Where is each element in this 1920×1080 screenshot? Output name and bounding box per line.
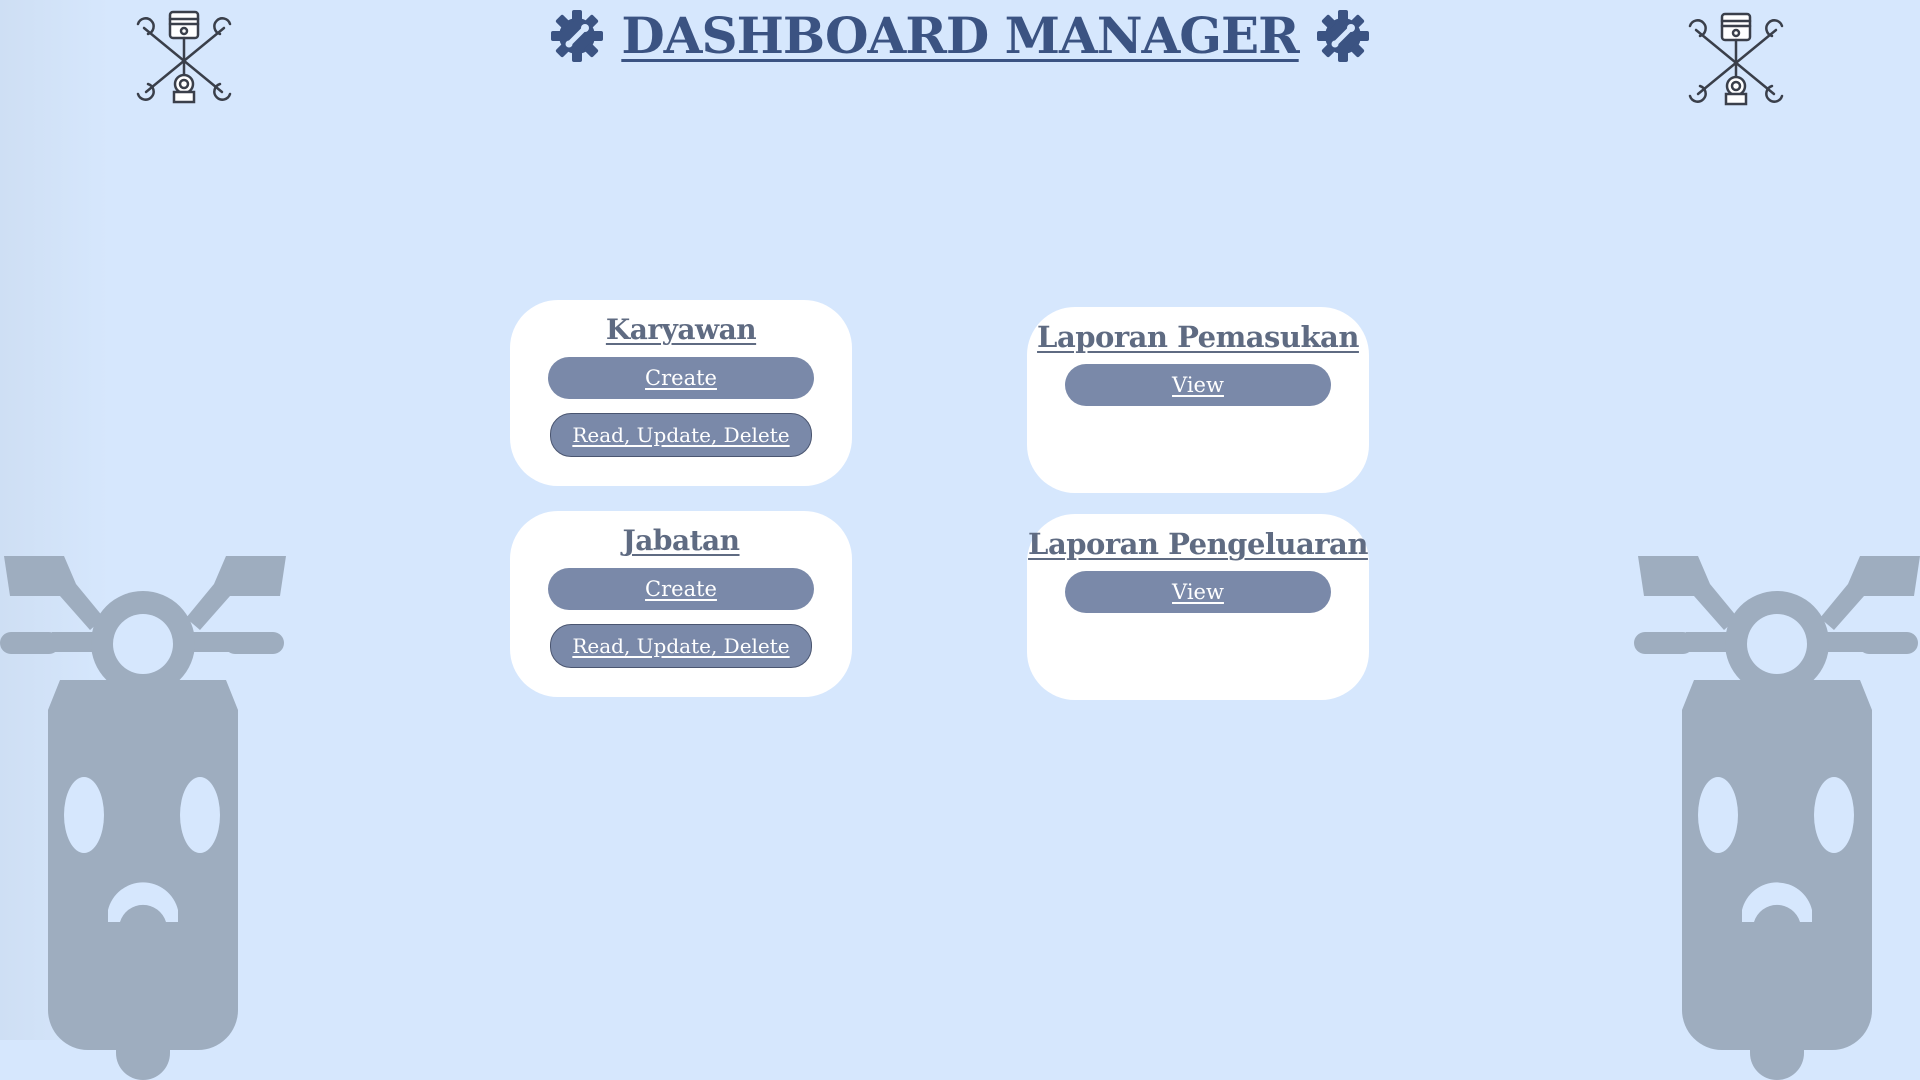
card-title-laporan-pemasukan[interactable]: Laporan Pemasukan bbox=[1037, 319, 1359, 355]
page-header: DASHBOARD MANAGER bbox=[0, 6, 1920, 65]
laporan-pemasukan-view-button[interactable]: View bbox=[1065, 364, 1331, 406]
scooter-icon bbox=[1634, 556, 1920, 1080]
card-title-jabatan[interactable]: Jabatan bbox=[622, 523, 740, 559]
card-laporan-pemasukan: Laporan Pemasukan View bbox=[1027, 307, 1369, 493]
card-title-laporan-pengeluaran[interactable]: Laporan Pengeluaran bbox=[1028, 526, 1368, 562]
jabatan-create-button[interactable]: Create bbox=[548, 568, 814, 610]
card-laporan-pengeluaran: Laporan Pengeluaran View bbox=[1027, 514, 1369, 700]
card-jabatan: Jabatan Create Read, Update, Delete bbox=[510, 511, 852, 697]
karyawan-rud-button[interactable]: Read, Update, Delete bbox=[550, 413, 812, 457]
dashboard-page: DASHBOARD MANAGER Karyawan Create Read, … bbox=[0, 0, 1920, 1080]
card-karyawan: Karyawan Create Read, Update, Delete bbox=[510, 300, 852, 486]
jabatan-rud-button[interactable]: Read, Update, Delete bbox=[550, 624, 812, 668]
laporan-pengeluaran-view-button[interactable]: View bbox=[1065, 571, 1331, 613]
page-title: DASHBOARD MANAGER bbox=[621, 6, 1299, 65]
gear-icon bbox=[551, 9, 604, 62]
card-title-karyawan[interactable]: Karyawan bbox=[606, 312, 757, 348]
gear-icon bbox=[1316, 9, 1369, 62]
karyawan-create-button[interactable]: Create bbox=[548, 357, 814, 399]
scooter-icon bbox=[0, 556, 286, 1080]
